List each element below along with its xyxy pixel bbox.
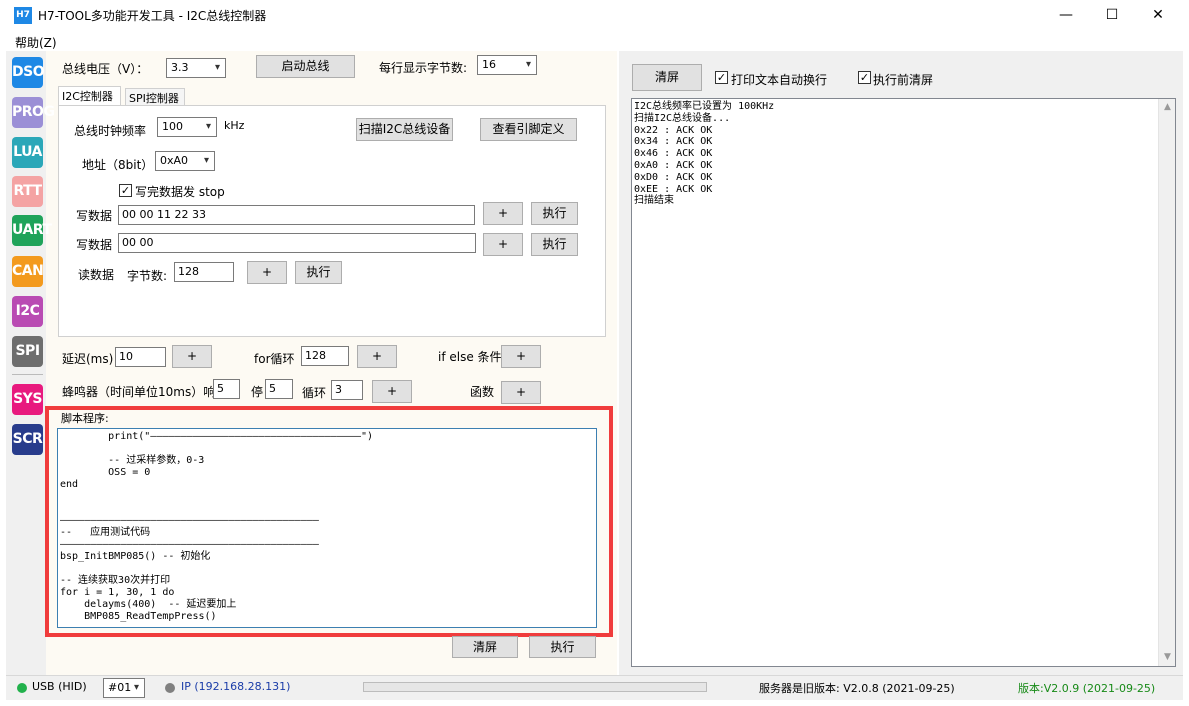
clear-before-exec-label: 执行前清屏 xyxy=(873,73,934,87)
app-version: 版本:V2.0.9 (2021-09-25) xyxy=(1018,682,1156,695)
bytes-per-line-label: 每行显示字节数: xyxy=(379,61,468,75)
menu-bar xyxy=(0,31,1189,51)
log-text: I2C总线频率已设置为 100KHz 扫描I2C总线设备... 0x22 : A… xyxy=(634,101,775,207)
sidebar-item-i2c[interactable]: I2C xyxy=(12,296,43,327)
sidebar-item-can[interactable]: CAN xyxy=(12,256,44,287)
close-button[interactable]: ✕ xyxy=(1135,0,1181,31)
log-scrollbar[interactable]: ▲ ▼ xyxy=(1158,99,1175,666)
chevron-down-icon: ▾ xyxy=(214,62,220,73)
ip-status: IP (192.168.28.131) xyxy=(181,680,291,693)
app-icon: H7 xyxy=(14,7,32,24)
start-bus-button[interactable]: 启动总线 xyxy=(256,55,355,78)
voltage-label: 总线电压（V）： xyxy=(62,62,149,76)
address-label: 地址（8bit） xyxy=(82,158,154,172)
auto-wrap-checkbox[interactable]: ✓ xyxy=(715,71,728,84)
write1-add-button[interactable]: + xyxy=(483,202,523,225)
bytes-per-line-select[interactable]: 16 ▾ xyxy=(477,55,537,75)
bytes-per-line-value: 16 xyxy=(482,58,496,71)
delay-add-button[interactable]: + xyxy=(172,345,212,368)
sidebar-item-lua[interactable]: LUA xyxy=(12,137,43,168)
write1-exec-button[interactable]: 执行 xyxy=(531,202,578,225)
window-title: H7-TOOL多功能开发工具 - I2C总线控制器 xyxy=(38,9,267,23)
script-clear-button[interactable]: 清屏 xyxy=(452,636,518,658)
scroll-down-icon[interactable]: ▼ xyxy=(1159,649,1176,666)
sidebar-divider xyxy=(12,374,43,375)
usb-status-dot xyxy=(17,683,27,693)
script-exec-button[interactable]: 执行 xyxy=(529,636,596,658)
buzzer-loop-input[interactable]: 3 xyxy=(331,380,363,400)
if-else-add-button[interactable]: + xyxy=(501,345,541,368)
tab-spi[interactable]: SPI控制器 xyxy=(125,88,185,106)
sidebar-item-uart[interactable]: UART xyxy=(12,215,52,246)
write2-exec-button[interactable]: 执行 xyxy=(531,233,578,256)
write2-label: 写数据 xyxy=(76,238,113,252)
clock-label: 总线时钟频率 xyxy=(74,124,147,138)
address-select[interactable]: 0xA0 ▾ xyxy=(155,151,215,171)
ip-status-dot xyxy=(165,683,175,693)
clear-before-exec-checkbox[interactable]: ✓ xyxy=(858,71,871,84)
buzzer-stop-input[interactable]: 5 xyxy=(265,379,293,399)
sidebar-item-sys[interactable]: SYS xyxy=(12,384,43,415)
read-exec-button[interactable]: 执行 xyxy=(295,261,342,284)
buzzer-label: 蜂鸣器（时间单位10ms）响 xyxy=(62,385,216,399)
server-version: 服务器是旧版本: V2.0.8 (2021-09-25) xyxy=(759,682,955,695)
auto-wrap-label: 打印文本自动换行 xyxy=(731,73,828,87)
for-loop-add-button[interactable]: + xyxy=(357,345,397,368)
clock-select[interactable]: 100 ▾ xyxy=(157,117,217,137)
script-editor[interactable]: print("—————————————————————————————————… xyxy=(57,428,597,628)
buzzer-stop-label: 停 xyxy=(251,385,264,399)
clock-select-value: 100 xyxy=(162,120,183,133)
buzzer-add-button[interactable]: + xyxy=(372,380,412,403)
usb-status: USB (HID) xyxy=(32,680,87,693)
buzzer-on-input[interactable]: 5 xyxy=(213,379,240,399)
pin-definition-button[interactable]: 查看引脚定义 xyxy=(480,118,577,141)
script-title: 脚本程序: xyxy=(61,412,109,425)
scan-i2c-button[interactable]: 扫描I2C总线设备 xyxy=(356,118,453,141)
device-select[interactable]: #01 ▾ xyxy=(103,678,145,698)
clock-unit: kHz xyxy=(224,119,245,132)
voltage-select[interactable]: 3.3 ▾ xyxy=(166,58,226,78)
function-label: 函数 xyxy=(470,385,495,399)
voltage-select-value: 3.3 xyxy=(171,61,189,74)
sidebar-item-dso[interactable]: DSO xyxy=(12,57,45,88)
sidebar-item-prog[interactable]: PROG xyxy=(12,97,55,128)
scroll-up-icon[interactable]: ▲ xyxy=(1159,99,1176,116)
buzzer-loop-label: 循环 xyxy=(302,386,327,400)
chevron-down-icon: ▾ xyxy=(205,121,211,132)
read-bytes-label: 字节数: xyxy=(127,269,168,283)
write1-label: 写数据 xyxy=(76,209,113,223)
script-code: print("—————————————————————————————————… xyxy=(60,431,374,622)
address-select-value: 0xA0 xyxy=(160,154,189,167)
write2-add-button[interactable]: + xyxy=(483,233,523,256)
delay-input[interactable]: 10 xyxy=(115,347,166,367)
minimize-button[interactable]: — xyxy=(1043,0,1089,31)
chevron-down-icon: ▾ xyxy=(525,59,531,70)
chevron-down-icon: ▾ xyxy=(133,682,139,693)
sidebar-item-scr[interactable]: SCR xyxy=(12,424,43,455)
chevron-down-icon: ▾ xyxy=(203,155,209,166)
progress-bar xyxy=(363,682,707,692)
log-output[interactable]: I2C总线频率已设置为 100KHz 扫描I2C总线设备... 0x22 : A… xyxy=(631,98,1176,667)
log-clear-button[interactable]: 清屏 xyxy=(632,64,702,91)
write2-input[interactable]: 00 00 xyxy=(118,233,476,253)
if-else-label: if else 条件 xyxy=(438,350,502,364)
stop-after-write-checkbox[interactable]: ✓ xyxy=(119,184,132,197)
read-bytes-input[interactable]: 128 xyxy=(174,262,234,282)
sidebar-item-rtt[interactable]: RTT xyxy=(12,176,43,207)
sidebar-item-spi[interactable]: SPI xyxy=(12,336,43,367)
write1-input[interactable]: 00 00 11 22 33 xyxy=(118,205,475,225)
delay-label: 延迟(ms) xyxy=(62,352,114,366)
device-select-value: #01 xyxy=(108,681,132,694)
stop-after-write-label: 写完数据发 stop xyxy=(135,185,225,199)
for-loop-input[interactable]: 128 xyxy=(301,346,349,366)
read-add-button[interactable]: + xyxy=(247,261,287,284)
menu-help[interactable]: 帮助(Z) xyxy=(15,34,57,51)
tab-i2c[interactable]: I2C控制器 xyxy=(58,86,121,106)
for-loop-label: for循环 xyxy=(254,352,295,366)
maximize-button[interactable]: ☐ xyxy=(1089,0,1135,31)
function-add-button[interactable]: + xyxy=(501,381,541,404)
read-label: 读数据 xyxy=(78,268,115,282)
